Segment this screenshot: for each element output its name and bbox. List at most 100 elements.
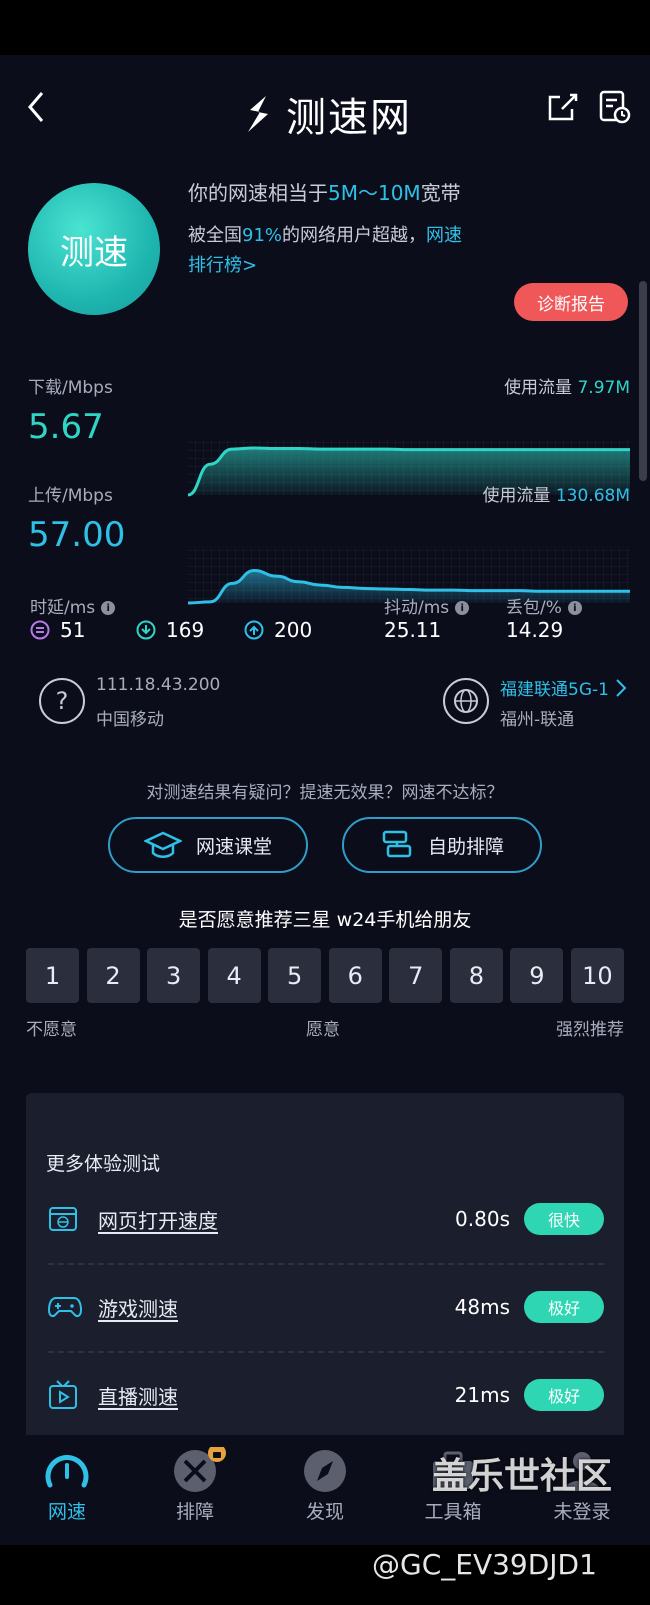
test-row-label: 游戏测速 — [98, 1296, 178, 1321]
ranking-percent: 91% — [242, 225, 283, 246]
test-row-label: 网页打开速度 — [98, 1208, 218, 1233]
tab-label: 工具箱 — [424, 1501, 482, 1523]
course-label: 网速课堂 — [195, 835, 272, 858]
info-icon[interactable]: i — [455, 601, 470, 615]
test-row-value: 0.80s — [455, 1207, 510, 1231]
watermark-brand: 盖乐世社区 — [432, 1456, 613, 1497]
start-label: 测速 — [60, 232, 128, 273]
question-icon: ? — [39, 678, 85, 724]
self-troubleshoot-button[interactable]: 自助排障 — [342, 817, 542, 873]
ranking-link-cont[interactable]: 排行榜> — [188, 255, 257, 276]
more-tests-card: 更多体验测试 网页打开速度 0.80s 很快 游戏测速 48ms 极好 直播测速… — [26, 1093, 624, 1463]
diagnosis-report-button[interactable]: 诊断报告 — [514, 283, 628, 321]
logo-icon — [248, 96, 268, 132]
compass-icon — [304, 1450, 346, 1492]
jitter-value: 25.11 — [384, 618, 442, 642]
equivalent-suffix: 宽带 — [420, 181, 461, 205]
nps-score-button[interactable]: 4 — [207, 948, 261, 1003]
nps-question: 是否愿意推荐三星 w24手机给朋友 — [178, 909, 472, 931]
scrollbar[interactable] — [639, 281, 647, 481]
rating-badge: 极好 — [524, 1291, 604, 1323]
nps-left-label: 不愿意 — [26, 1020, 77, 1040]
speedometer-icon — [45, 1455, 89, 1488]
server-name: 福建联通5G-1 — [500, 680, 609, 700]
nps-score-button[interactable]: 3 — [147, 948, 201, 1003]
history-button[interactable] — [598, 89, 632, 125]
more-tests-title: 更多体验测试 — [46, 1153, 161, 1175]
test-row-value: 48ms — [454, 1295, 510, 1319]
loss-value: 14.29 — [506, 618, 564, 642]
watermark-handle: @GC_EV39DJD1 — [372, 1548, 597, 1581]
equivalent-prefix: 你的网速相当于 — [188, 181, 328, 205]
tab-label: 网速 — [47, 1501, 86, 1523]
speedtest-start-button[interactable]: 测速 — [28, 183, 160, 315]
nps-score-button[interactable]: 1 — [26, 948, 79, 1003]
jitter-label-text: 抖动/ms — [384, 598, 450, 618]
upload-arrow-icon — [244, 620, 264, 640]
tab-speed[interactable]: 网速 — [27, 1447, 107, 1524]
latency-download-value: 169 — [166, 618, 205, 642]
ranking-prefix: 被全国 — [188, 225, 242, 246]
info-icon[interactable]: i — [567, 601, 582, 615]
info-icon[interactable]: i — [101, 601, 116, 615]
test-row-live[interactable]: 直播测速 21ms 极好 — [48, 1373, 604, 1417]
ranking-text: 被全国91%的网络用户超越，网速排行榜> — [188, 221, 508, 281]
ip-address: 111.18.43.200 — [96, 675, 221, 695]
speed-equivalent-text: 你的网速相当于5M～10M宽带 — [188, 177, 461, 206]
signpost-icon — [382, 830, 412, 858]
ranking-mid: 的网络用户超越， — [282, 225, 427, 246]
server-city: 福州-联通 — [500, 710, 575, 730]
rating-badge: 很快 — [524, 1203, 604, 1235]
test-row-label: 直播测速 — [98, 1384, 178, 1409]
globe-icon — [443, 678, 489, 724]
rating-badge: 极好 — [524, 1379, 604, 1411]
svg-text:?: ? — [56, 687, 69, 715]
jitter-label: 抖动/ms i — [384, 593, 470, 618]
gamepad-icon — [48, 1297, 82, 1318]
report-label: 诊断报告 — [537, 294, 605, 315]
row-divider — [48, 1351, 604, 1353]
history-icon — [599, 90, 631, 124]
app-screen: 测速网 测速 你的网速相当于5M～10M宽带 被全国91%的网络用户超越，网速排… — [0, 55, 650, 1545]
nps-score-button[interactable]: 6 — [328, 948, 382, 1003]
test-row-value: 21ms — [454, 1383, 510, 1407]
ranking-link[interactable]: 网速 — [426, 225, 462, 246]
tab-troubleshoot[interactable]: 排障 — [155, 1444, 235, 1524]
latency-upload: 200 — [244, 618, 312, 642]
troubleshoot-label: 自助排障 — [427, 835, 504, 858]
nps-score-button[interactable]: 5 — [268, 948, 322, 1003]
upload-value: 57.00 — [28, 515, 126, 555]
latency-download: 169 — [136, 618, 204, 642]
share-icon — [548, 93, 578, 121]
nps-score-button[interactable]: 10 — [570, 948, 624, 1003]
bandwidth-range: 5M～10M — [328, 181, 421, 205]
nps-score-button[interactable]: 7 — [389, 948, 443, 1003]
row-divider — [48, 1263, 604, 1265]
nps-score-button[interactable]: 9 — [510, 948, 564, 1003]
tab-label: 排障 — [175, 1501, 214, 1523]
server-selector[interactable]: 福建联通5G-1 — [500, 675, 627, 700]
latency-idle-value: 51 — [60, 618, 86, 642]
tab-label: 未登录 — [553, 1501, 611, 1523]
server-icon-wrap[interactable] — [442, 677, 490, 725]
idle-latency-icon — [30, 620, 50, 640]
help-question: 对测速结果有疑问？提速无效果？网速不达标？ — [146, 783, 504, 803]
loss-label: 丢包/% i — [506, 593, 582, 618]
share-button[interactable] — [546, 91, 578, 123]
test-row-game[interactable]: 游戏测速 48ms 极好 — [48, 1285, 604, 1329]
graduation-cap-icon — [143, 831, 182, 858]
ip-help-button[interactable]: ? — [38, 677, 86, 725]
nps-mid-label: 愿意 — [306, 1020, 340, 1040]
upload-label: 上传/Mbps — [28, 486, 113, 506]
tv-icon — [49, 1380, 77, 1409]
download-arrow-icon — [136, 620, 156, 640]
loss-label-text: 丢包/% — [506, 598, 562, 618]
nps-score-button[interactable]: 8 — [449, 948, 503, 1003]
latency-label-text: 时延/ms — [30, 598, 96, 618]
nps-scale: 1 2 3 4 5 6 7 8 9 10 — [26, 948, 624, 1003]
nps-score-button[interactable]: 2 — [86, 948, 140, 1003]
latency-idle: 51 — [30, 618, 85, 642]
test-row-webpage[interactable]: 网页打开速度 0.80s 很快 — [48, 1197, 604, 1241]
speed-course-button[interactable]: 网速课堂 — [108, 817, 308, 873]
tab-discover[interactable]: 发现 — [285, 1447, 365, 1524]
